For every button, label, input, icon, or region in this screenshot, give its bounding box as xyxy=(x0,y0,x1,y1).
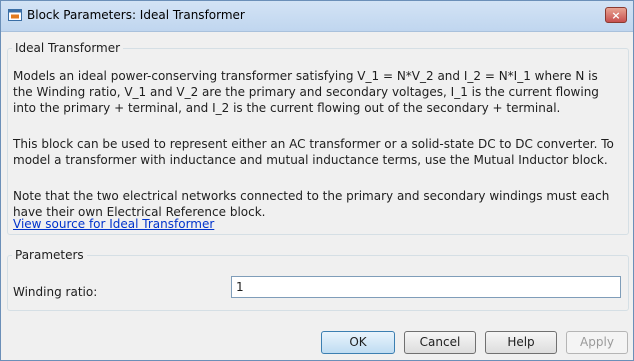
parameters-title: Parameters xyxy=(12,248,87,262)
simulink-block-icon xyxy=(8,9,22,21)
winding-ratio-input[interactable]: 1 xyxy=(231,276,621,298)
window-title: Block Parameters: Ideal Transformer xyxy=(27,8,245,22)
block-description-title: Ideal Transformer xyxy=(12,41,124,55)
view-source-link[interactable]: View source for Ideal Transformer xyxy=(13,217,214,231)
close-icon: × xyxy=(611,9,621,22)
description-paragraph-3: Note that the two electrical networks co… xyxy=(13,189,610,219)
ok-button[interactable]: OK xyxy=(321,331,395,354)
winding-ratio-label: Winding ratio: xyxy=(13,285,98,299)
block-parameters-dialog: Block Parameters: Ideal Transformer × Id… xyxy=(0,0,634,361)
description-paragraph-1: Models an ideal power-conserving transfo… xyxy=(13,69,599,115)
title-bar[interactable]: Block Parameters: Ideal Transformer × xyxy=(1,1,633,32)
apply-button[interactable]: Apply xyxy=(566,331,628,354)
cancel-button[interactable]: Cancel xyxy=(404,331,476,354)
help-button[interactable]: Help xyxy=(485,331,557,354)
description-paragraph-2: This block can be used to represent eith… xyxy=(13,137,614,167)
close-button[interactable]: × xyxy=(605,7,627,23)
